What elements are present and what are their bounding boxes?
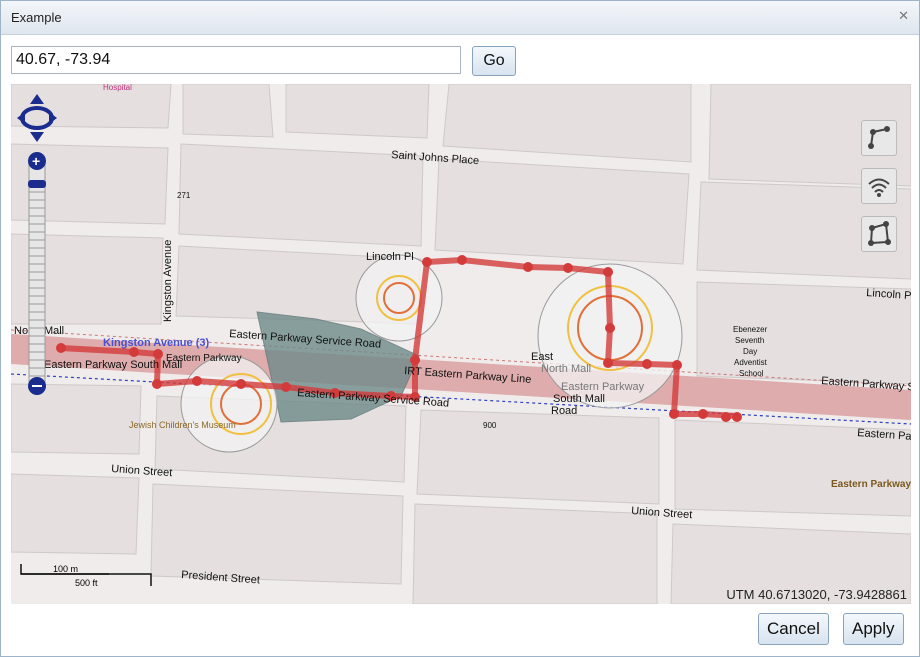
label-271: 271 <box>177 191 191 200</box>
label-900: 900 <box>483 421 497 430</box>
label-kingston-ave-3: Kingston Avenue (3) <box>103 337 209 349</box>
svg-text:+: + <box>32 153 40 169</box>
label-east: East <box>531 351 553 363</box>
map-canvas[interactable]: Hospital Saint Johns Place Lincoln Pl Li… <box>11 84 911 604</box>
window-title: Example <box>11 10 62 25</box>
label-jewish-museum: Jewish Children's Museum <box>129 420 236 430</box>
draw-line-button[interactable] <box>861 120 897 156</box>
label-eastern-parkway-2: Eastern Parkway <box>561 381 645 393</box>
wifi-icon <box>868 178 890 197</box>
wifi-button[interactable] <box>861 168 897 204</box>
coordinate-search-input[interactable] <box>11 46 461 74</box>
label-south-mall: South Mall <box>553 393 605 405</box>
go-button[interactable]: Go <box>472 46 516 76</box>
coordinate-readout: UTM 40.6713020, -73.9428861 <box>726 587 907 602</box>
label-kingston-ave: Kingston Avenue <box>162 240 174 322</box>
apply-button[interactable]: Apply <box>843 613 904 645</box>
label-ep-brown: Eastern Parkway <box>831 479 911 490</box>
title-bar[interactable]: Example ✕ <box>1 1 919 35</box>
map-view[interactable]: Hospital Saint Johns Place Lincoln Pl Li… <box>11 84 911 604</box>
cancel-button[interactable]: Cancel <box>758 613 829 645</box>
label-road: Road <box>551 405 577 417</box>
label-hospital: Hospital <box>103 84 132 92</box>
polygon-button[interactable] <box>861 216 897 252</box>
label-ep-south-mall: Eastern Parkway South Mall <box>44 359 182 371</box>
dialog-window: Example ✕ Go <box>0 0 920 657</box>
label-lincoln-pl: Lincoln Pl <box>366 251 414 263</box>
close-icon[interactable]: ✕ <box>898 8 909 24</box>
label-north-mall-2: North Mall <box>541 363 591 375</box>
zoom-control[interactable]: + <box>28 152 46 395</box>
scale-feet: 500 ft <box>75 578 98 588</box>
polygon-icon <box>868 221 891 246</box>
scale-meters: 100 m <box>53 564 78 574</box>
draw-line-icon <box>868 126 890 149</box>
